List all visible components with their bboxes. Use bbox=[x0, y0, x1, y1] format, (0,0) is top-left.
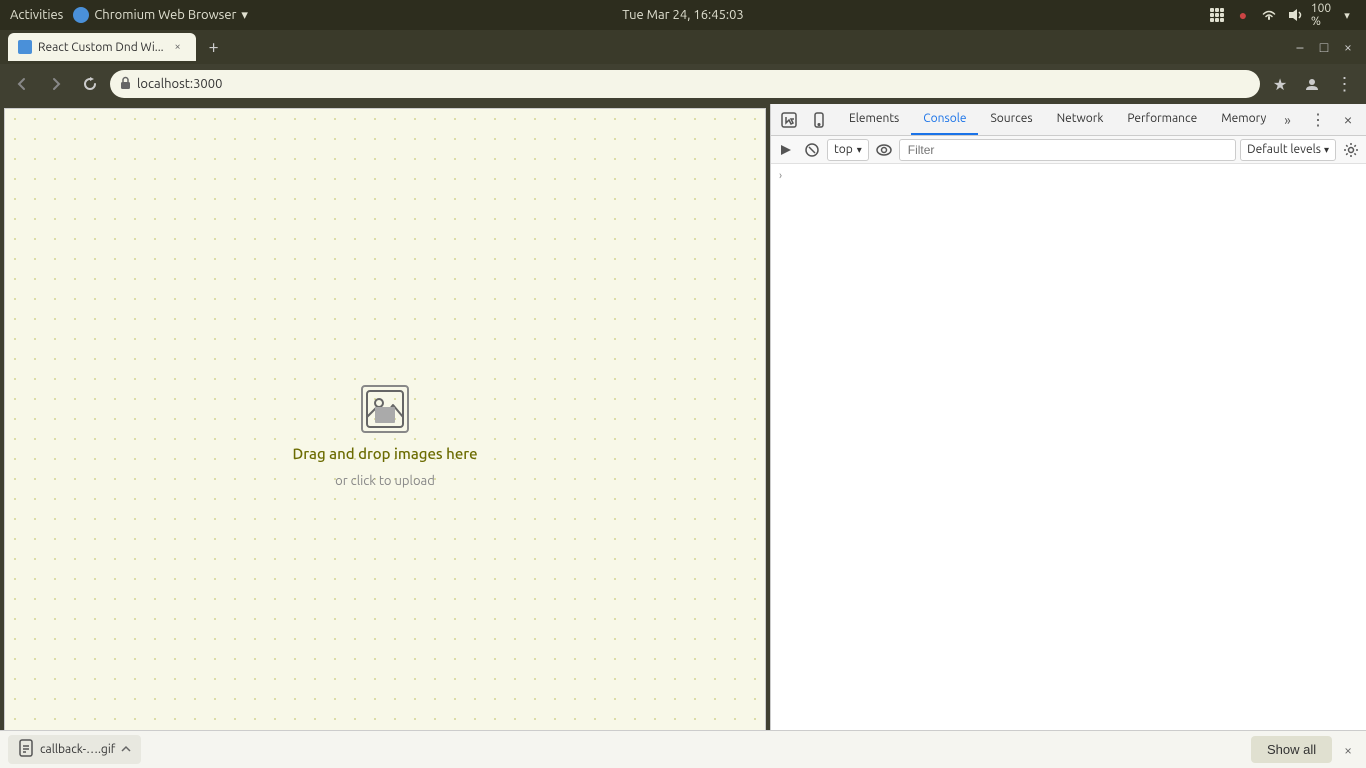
context-label: top bbox=[834, 143, 853, 156]
show-all-button[interactable]: Show all bbox=[1251, 736, 1332, 763]
back-button[interactable] bbox=[8, 70, 36, 98]
minimize-button[interactable]: – bbox=[1290, 37, 1310, 57]
inspect-element-button[interactable] bbox=[775, 106, 803, 134]
webpage[interactable]: Drag and drop images here or click to up… bbox=[4, 108, 766, 764]
forward-button[interactable] bbox=[42, 70, 70, 98]
devtools-panel: Elements Console Sources Network Perform… bbox=[770, 104, 1366, 768]
context-selector[interactable]: top ▾ bbox=[827, 139, 869, 161]
tab-memory[interactable]: Memory bbox=[1209, 104, 1278, 135]
tab-favicon bbox=[18, 40, 32, 54]
browser-chrome: React Custom Dnd Wi... × + – □ × bbox=[0, 30, 1366, 104]
upload-text: or click to upload bbox=[335, 474, 435, 488]
close-devtools-button[interactable]: × bbox=[1334, 106, 1362, 134]
device-toolbar-button[interactable] bbox=[805, 106, 833, 134]
clear-console-button[interactable] bbox=[801, 139, 823, 161]
download-bar: callback-….gif Show all × bbox=[0, 730, 1366, 768]
eye-button[interactable] bbox=[873, 139, 895, 161]
console-filter-input[interactable] bbox=[899, 139, 1236, 161]
download-bar-close-button[interactable]: × bbox=[1338, 740, 1358, 760]
context-dropdown-icon: ▾ bbox=[857, 144, 862, 156]
tab-performance[interactable]: Performance bbox=[1115, 104, 1209, 135]
drag-drop-text: Drag and drop images here bbox=[292, 445, 477, 462]
tab-close-button[interactable]: × bbox=[170, 39, 186, 55]
system-datetime: Tue Mar 24, 16:45:03 bbox=[622, 8, 744, 22]
maximize-button[interactable]: □ bbox=[1314, 37, 1334, 57]
app-dropdown-icon[interactable]: ▾ bbox=[241, 8, 248, 23]
title-bar: React Custom Dnd Wi... × + – □ × bbox=[0, 30, 1366, 64]
main-area: Drag and drop images here or click to up… bbox=[0, 104, 1366, 768]
download-item[interactable]: callback-….gif bbox=[8, 735, 141, 764]
menu-button[interactable]: ⋮ bbox=[1330, 70, 1358, 98]
drop-zone-icon bbox=[361, 385, 409, 433]
bookmark-button[interactable]: ★ bbox=[1266, 70, 1294, 98]
tab-bar: React Custom Dnd Wi... × + bbox=[8, 33, 1290, 61]
more-options-button[interactable]: ⋮ bbox=[1304, 106, 1332, 134]
tab-network[interactable]: Network bbox=[1045, 104, 1116, 135]
tab-console[interactable]: Console bbox=[911, 104, 978, 135]
nav-actions: ★ ⋮ bbox=[1266, 70, 1358, 98]
download-file-icon bbox=[18, 739, 34, 760]
console-content: › bbox=[771, 164, 1366, 768]
avatar-button[interactable] bbox=[1298, 70, 1326, 98]
window-controls: – □ × bbox=[1290, 37, 1358, 57]
tab-overflow-button[interactable]: » bbox=[1278, 104, 1297, 135]
close-window-button[interactable]: × bbox=[1338, 37, 1358, 57]
console-run-button[interactable] bbox=[775, 139, 797, 161]
grid-tray-icon[interactable] bbox=[1208, 6, 1226, 24]
address-text: localhost:3000 bbox=[137, 77, 1250, 91]
chromium-icon bbox=[73, 7, 89, 23]
new-tab-button[interactable]: + bbox=[200, 33, 228, 61]
tab-title: React Custom Dnd Wi... bbox=[38, 41, 164, 54]
default-levels-dropdown-icon: ▾ bbox=[1324, 144, 1329, 156]
lock-icon bbox=[120, 76, 131, 92]
console-settings-button[interactable] bbox=[1340, 139, 1362, 161]
devtools-toolbar-right: ⋮ × bbox=[1300, 106, 1366, 134]
default-levels-button[interactable]: Default levels ▾ bbox=[1240, 139, 1336, 161]
tab-elements[interactable]: Elements bbox=[837, 104, 911, 135]
console-chevron-icon: › bbox=[779, 170, 782, 182]
battery-label: 100 % bbox=[1312, 6, 1330, 24]
app-name[interactable]: Chromium Web Browser ▾ bbox=[73, 7, 248, 23]
devtools-toolbar-left bbox=[771, 106, 837, 134]
webpage-inner: Drag and drop images here or click to up… bbox=[5, 109, 765, 763]
tab-sources[interactable]: Sources bbox=[978, 104, 1044, 135]
default-levels-label: Default levels bbox=[1247, 143, 1321, 156]
devtools-toolbar: Elements Console Sources Network Perform… bbox=[771, 104, 1366, 136]
console-toolbar: top ▾ Default levels ▾ bbox=[771, 136, 1366, 164]
system-bar-left: Activities Chromium Web Browser ▾ bbox=[10, 7, 248, 23]
app-name-label: Chromium Web Browser bbox=[94, 8, 236, 22]
wifi-icon[interactable] bbox=[1260, 6, 1278, 24]
devtools-tabs: Elements Console Sources Network Perform… bbox=[837, 104, 1300, 135]
speaker-icon[interactable] bbox=[1286, 6, 1304, 24]
download-expand-icon[interactable] bbox=[121, 744, 131, 756]
active-tab[interactable]: React Custom Dnd Wi... × bbox=[8, 33, 196, 61]
address-bar[interactable]: localhost:3000 bbox=[110, 70, 1260, 98]
navigation-bar: localhost:3000 ★ ⋮ bbox=[0, 64, 1366, 104]
system-bar: Activities Chromium Web Browser ▾ Tue Ma… bbox=[0, 0, 1366, 30]
reload-button[interactable] bbox=[76, 70, 104, 98]
circle-indicator: ● bbox=[1234, 6, 1252, 24]
download-filename: callback-….gif bbox=[40, 743, 115, 756]
battery-dropdown[interactable]: ▾ bbox=[1338, 6, 1356, 24]
system-tray: ● 100 % ▾ bbox=[1208, 6, 1356, 24]
activities-button[interactable]: Activities bbox=[10, 8, 63, 22]
console-prompt: › bbox=[771, 168, 1366, 184]
